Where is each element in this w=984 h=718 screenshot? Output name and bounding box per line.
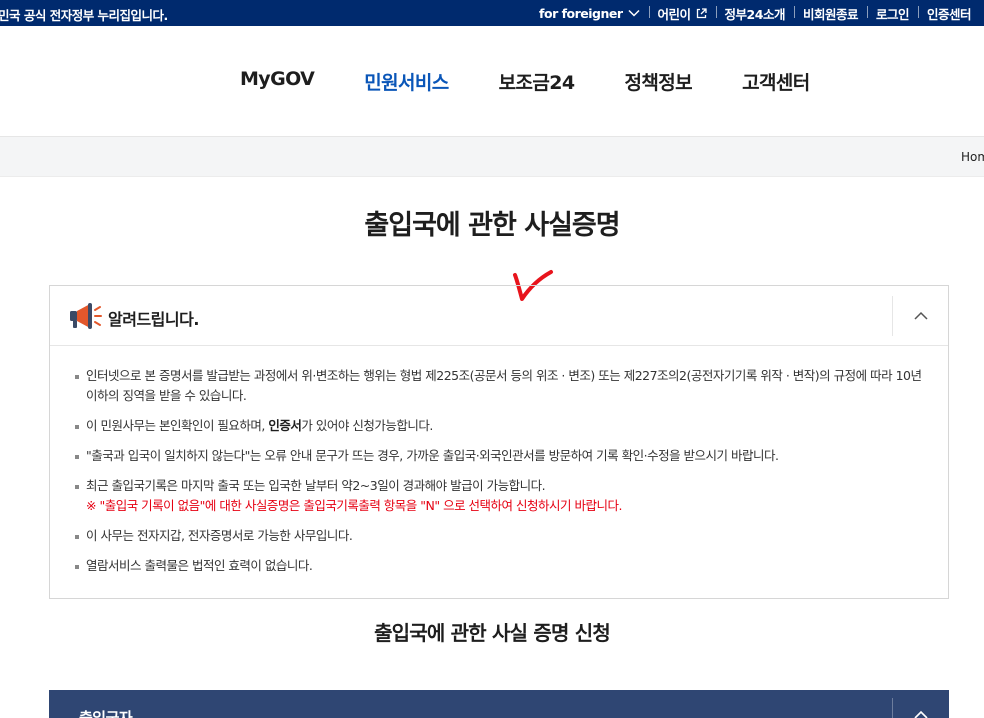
kids-label: 어린이 [657, 6, 692, 22]
notice-text: 이 민원사무는 본인확인이 필요하며, [86, 418, 269, 433]
external-link-icon [696, 7, 707, 18]
gnb-menu: MyGOV 민원서비스 보조금24 정책정보 고객센터 [215, 68, 835, 95]
applicant-section-header[interactable]: 출입국자 [49, 690, 949, 718]
gnb-item-mygov[interactable]: MyGOV [240, 68, 315, 95]
notice-header: 알려드립니다. [50, 286, 948, 346]
megaphone-icon [70, 303, 102, 329]
notice-item: 이 민원사무는 본인확인이 필요하며, 인증서가 있어야 신청가능합니다. [74, 416, 928, 436]
applicant-section-label: 출입국자 [79, 709, 133, 718]
top-utility-bar: 민국 공식 전자정부 누리집입니다. for foreigner 어린이 정부2… [0, 0, 984, 26]
notice-body: 인터넷으로 본 증명서를 발급받는 과정에서 위·변조하는 행위는 형법 제22… [50, 346, 948, 576]
gnb-item-policy-info[interactable]: 정책정보 [625, 68, 693, 95]
gnb-item-customer-center[interactable]: 고객센터 [742, 68, 810, 95]
notice-item: 열람서비스 출력물은 법적인 효력이 없습니다. [74, 556, 928, 576]
notice-item: 이 사무는 전자지갑, 전자증명서로 가능한 사무입니다. [74, 526, 928, 546]
gov24-intro-link[interactable]: 정부24소개 [715, 4, 794, 23]
section-title: 출입국에 관한 사실 증명 신청 [374, 621, 611, 645]
notice-warning-text: ※ "출입국 기록이 없음"에 대한 사실증명은 출입국기록출력 항목을 "N"… [86, 498, 622, 513]
gnb-item-subsidy24[interactable]: 보조금24 [499, 68, 575, 95]
login-link[interactable]: 로그인 [866, 4, 918, 23]
page-title: 출입국에 관한 사실증명 [364, 210, 620, 241]
gov-slogan: 민국 공식 전자정부 누리집입니다. [0, 8, 168, 23]
notice-title: 알려드립니다. [108, 310, 199, 329]
for-foreigner-dropdown[interactable]: for foreigner [530, 6, 648, 21]
notice-item: 인터넷으로 본 증명서를 발급받는 과정에서 위·변조하는 행위는 형법 제22… [74, 366, 928, 406]
kids-link[interactable]: 어린이 [648, 4, 716, 23]
gnb-item-civil-service[interactable]: 민원서비스 [364, 68, 449, 95]
notice-collapse-button[interactable] [892, 296, 948, 336]
cert-center-link[interactable]: 인증센터 [917, 4, 980, 23]
notice-item: "출국과 입국이 일치하지 않는다"는 오류 안내 문구가 뜨는 경우, 가까운… [74, 446, 928, 466]
utility-links: for foreigner 어린이 정부24소개 비회원종료 로그인 인증센터 [530, 0, 980, 26]
notice-bold-text: 인증서 [268, 418, 302, 433]
breadcrumb-bar: Hom [0, 137, 984, 177]
chevron-down-icon [628, 9, 640, 17]
for-foreigner-label: for foreigner [539, 5, 623, 21]
divider [892, 698, 893, 718]
notice-text: 가 있어야 신청가능합니다. [301, 418, 433, 433]
chevron-up-icon [913, 311, 928, 320]
breadcrumb-home[interactable]: Hom [961, 150, 984, 164]
guest-exit-link[interactable]: 비회원종료 [793, 4, 867, 23]
main-navigation: MyGOV 민원서비스 보조금24 정책정보 고객센터 [0, 26, 984, 137]
chevron-up-icon[interactable] [913, 710, 929, 718]
notice-panel: 알려드립니다. 인터넷으로 본 증명서를 발급받는 과정에서 위·변조하는 행위… [49, 285, 949, 599]
notice-text: 최근 출입국기록은 마지막 출국 또는 입국한 날부터 약2~3일이 경과해야 … [86, 478, 546, 493]
notice-item: 최근 출입국기록은 마지막 출국 또는 입국한 날부터 약2~3일이 경과해야 … [74, 476, 928, 516]
